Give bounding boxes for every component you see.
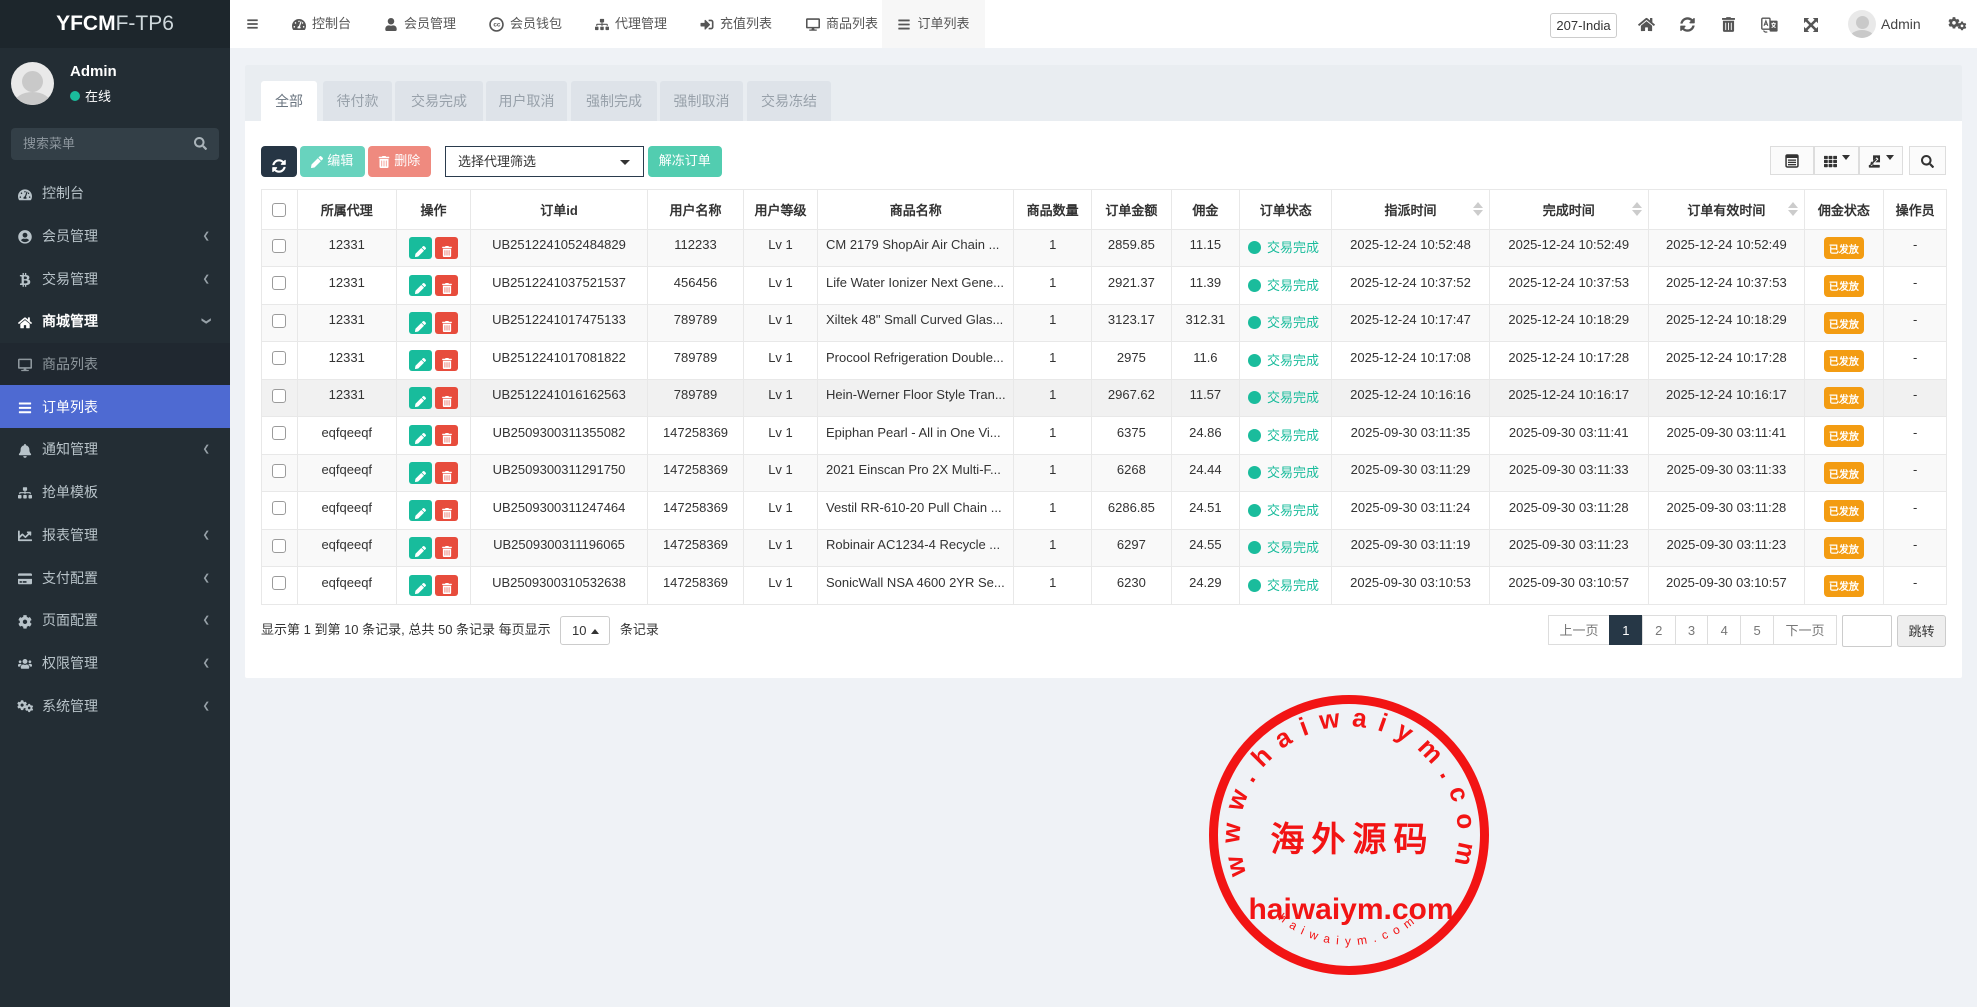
- svg-text:cc: cc: [493, 22, 501, 29]
- svg-text:海外源码: 海外源码: [1271, 821, 1435, 859]
